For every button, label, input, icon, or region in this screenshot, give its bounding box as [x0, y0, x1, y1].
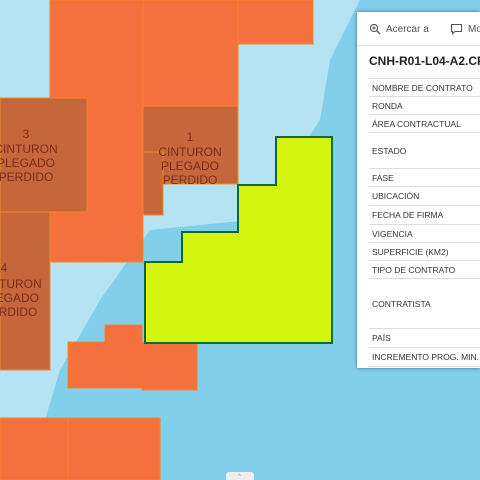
popup-toolbar: Acercar a Mo	[357, 12, 480, 46]
block-name-line: CINTURON	[158, 145, 221, 159]
block-number: 1	[187, 130, 194, 144]
attribute-row: FASE	[369, 169, 480, 187]
attribute-row: ESTADO	[369, 133, 480, 169]
attribute-label: PAÍS	[372, 333, 391, 343]
attribute-label: FASE	[372, 172, 394, 183]
attribute-label: ÁREA CONTRACTUAL	[372, 118, 461, 129]
bottom-panel-handle[interactable]: ^	[226, 472, 254, 480]
contract-block[interactable]	[142, 0, 239, 107]
zoom-to-label: Acercar a	[386, 23, 429, 35]
attribute-label: TIPO DE CONTRATO	[372, 264, 456, 275]
attribute-row: NOMBRE DE CONTRATO	[369, 79, 480, 97]
attribute-row: UBICACIÓN	[369, 187, 480, 206]
block-name-line: PERDIDO	[163, 173, 218, 187]
contract-block[interactable]	[237, 0, 314, 45]
block-number: 4	[1, 261, 8, 275]
attribute-row: VIGENCIA	[369, 225, 480, 243]
block-name-line: CINTURON	[0, 142, 58, 156]
attribute-label: INCREMENTO PROG. MIN.	[372, 352, 480, 362]
contract-block[interactable]	[67, 417, 161, 480]
attribute-row: SUPERFICIE (KM2)	[369, 243, 480, 261]
attribute-row: FECHA DE FIRMA	[369, 206, 480, 225]
attribute-label: RONDA	[372, 100, 403, 111]
attribute-row: PAÍS	[369, 329, 480, 348]
attribute-row: INCREMENTO PROG. MIN.	[369, 348, 480, 367]
attribute-label: SUPERFICIE (KM2)	[372, 246, 449, 257]
attribute-row: RONDA	[369, 97, 480, 115]
chevron-up-icon: ^	[238, 474, 241, 480]
attribute-label: UBICACIÓN	[372, 191, 420, 201]
magnifier-plus-icon	[369, 23, 381, 35]
attribute-table: NOMBRE DE CONTRATO RONDA ÁREA CONTRACTUA…	[369, 78, 480, 367]
attribute-label: NOMBRE DE CONTRATO	[372, 82, 473, 93]
block-name-line: CINTURON	[0, 277, 42, 291]
attribute-label: VIGENCIA	[372, 228, 413, 239]
attribute-label: FECHA DE FIRMA	[372, 210, 444, 220]
block-number: 3	[23, 127, 30, 141]
block-name-line: PLEGADO	[0, 291, 39, 305]
speech-bubble-icon	[451, 24, 462, 35]
contract-block[interactable]	[0, 417, 69, 480]
more-button[interactable]: Mo	[450, 20, 480, 38]
feature-info-popup: Acercar a Mo CNH-R01-L04-A2.CPP NOMBRE D…	[357, 12, 480, 368]
block-name-line: PLEGADO	[161, 159, 219, 173]
block-name-line: PERDIDO	[0, 170, 53, 184]
attribute-label: CONTRATISTA	[372, 298, 431, 309]
zoom-to-button[interactable]: Acercar a	[369, 20, 429, 38]
attribute-row: ÁREA CONTRACTUAL	[369, 115, 480, 133]
attribute-row: CONTRATISTA	[369, 279, 480, 329]
attribute-row: TIPO DE CONTRATO	[369, 261, 480, 279]
attribute-label: ESTADO	[372, 145, 407, 156]
block-name-line: PERDIDO	[0, 305, 37, 319]
popup-title: CNH-R01-L04-A2.CPP	[369, 54, 480, 68]
block-name-line: PLEGADO	[0, 156, 55, 170]
more-label: Mo	[468, 23, 480, 35]
